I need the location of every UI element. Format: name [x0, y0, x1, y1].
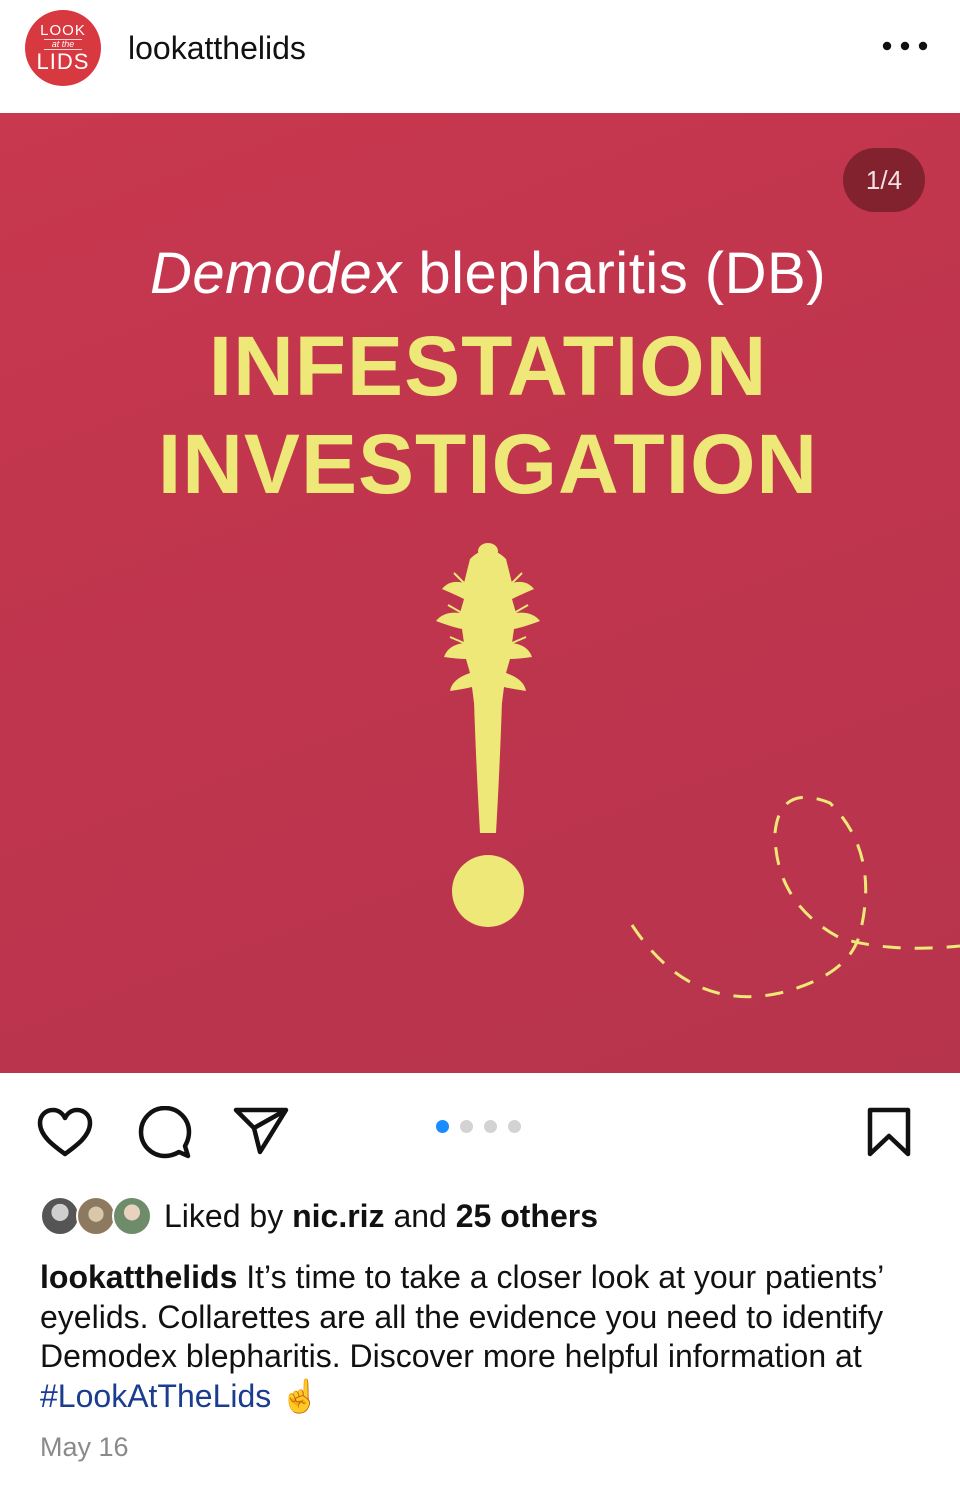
- post-title-line1: INFESTATION: [208, 319, 768, 413]
- subtitle-rest: blepharitis (DB): [401, 241, 827, 306]
- dashed-trail: [630, 795, 960, 999]
- subtitle-italic: Demodex: [149, 241, 402, 306]
- likes-row: Liked by nic.riz and 25 others: [40, 1196, 940, 1238]
- bookmark-icon[interactable]: [866, 1106, 912, 1158]
- profile-avatar[interactable]: LOOK at the LIDS: [25, 10, 101, 86]
- comment-icon[interactable]: [136, 1106, 192, 1160]
- likes-others[interactable]: 25 others: [456, 1198, 598, 1234]
- caption-hashtag[interactable]: #LookAtTheLids: [40, 1378, 271, 1414]
- likes-user[interactable]: nic.riz: [292, 1198, 384, 1234]
- likes-prefix: Liked by: [164, 1198, 293, 1234]
- more-horizontal-icon[interactable]: [880, 34, 930, 58]
- likes-summary[interactable]: Liked by nic.riz and 25 others: [164, 1198, 598, 1235]
- post-date: May 16: [40, 1432, 129, 1462]
- avatar-logo-line1: LOOK: [40, 22, 86, 39]
- carousel-dot: [484, 1120, 497, 1133]
- heart-icon[interactable]: [36, 1106, 94, 1158]
- post-username[interactable]: lookatthelids: [128, 30, 306, 67]
- paper-plane-icon[interactable]: [232, 1106, 290, 1156]
- carousel-dot: [508, 1120, 521, 1133]
- post-subtitle: Demodex blepharitis (DB): [0, 240, 960, 307]
- post-title-line2: INVESTIGATION: [157, 417, 819, 511]
- carousel-counter: 1/4: [843, 148, 925, 212]
- carousel-dot-active: [436, 1120, 449, 1133]
- caption-username[interactable]: lookatthelids: [40, 1259, 237, 1295]
- likes-middle: and: [384, 1198, 456, 1234]
- liker-avatar[interactable]: [112, 1196, 152, 1236]
- avatar-logo-line3: LIDS: [36, 49, 90, 74]
- liker-avatar[interactable]: [76, 1196, 116, 1236]
- post-header: LOOK at the LIDS lookatthelids: [0, 0, 960, 113]
- carousel-dot: [460, 1120, 473, 1133]
- demodex-mite-icon: [436, 543, 540, 927]
- post-caption: lookatthelids It’s time to take a closer…: [40, 1258, 920, 1416]
- liker-avatar[interactable]: [40, 1196, 80, 1236]
- pointing-up-emoji-icon: ☝️: [280, 1377, 320, 1414]
